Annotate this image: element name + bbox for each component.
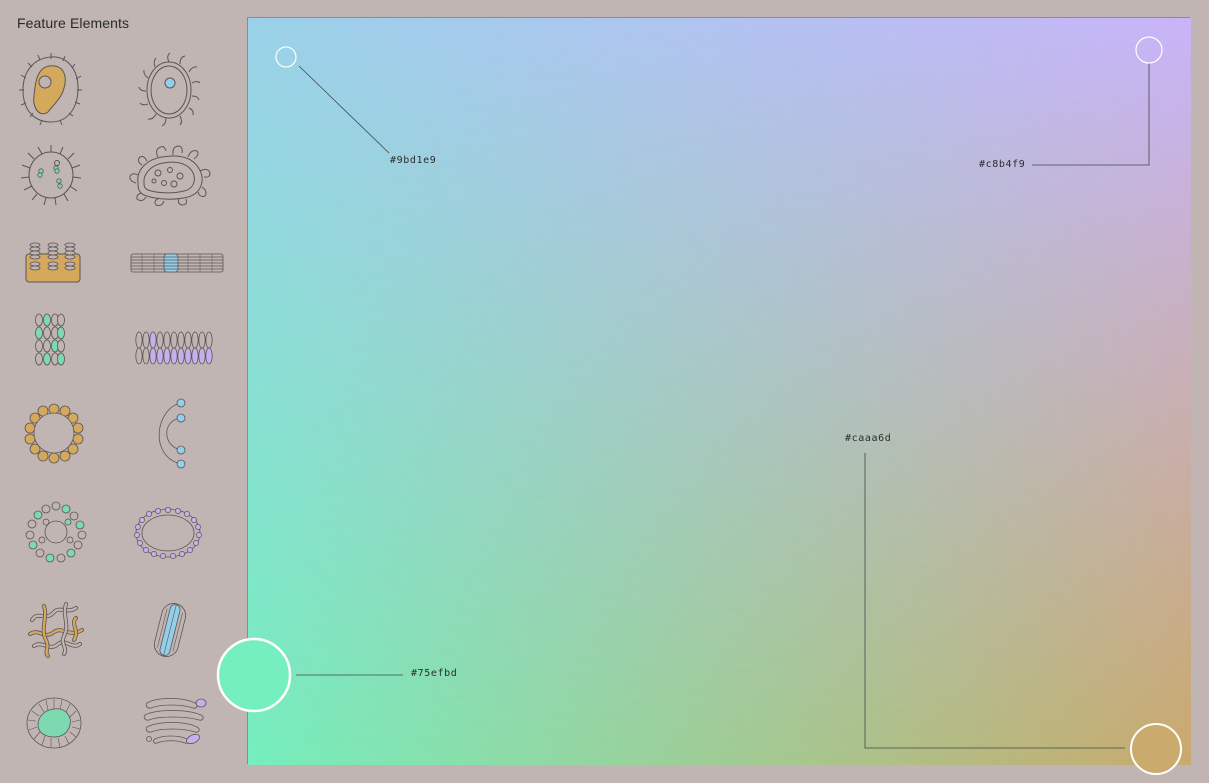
- oval-beads-icon[interactable]: [133, 506, 203, 560]
- vesicle-grid-icon[interactable]: [34, 313, 66, 367]
- membrane-block-icon[interactable]: [24, 240, 82, 286]
- hex-label-bottom-right: #caaa6d: [845, 433, 892, 444]
- gradient-canvas[interactable]: [247, 17, 1191, 765]
- tube-capsule-icon[interactable]: [148, 600, 192, 660]
- ring-beads-icon[interactable]: [24, 403, 84, 464]
- cell-amoeboid-icon[interactable]: [18, 52, 84, 128]
- lipid-row-icon[interactable]: [134, 330, 216, 366]
- cluster-ring-icon[interactable]: [24, 500, 88, 564]
- cell-ciliated-icon[interactable]: [136, 52, 202, 128]
- cell-ruffled-icon[interactable]: [128, 143, 212, 207]
- tangle-icon[interactable]: [24, 600, 88, 658]
- golgi-stack-icon[interactable]: [143, 695, 211, 749]
- color-handle-bottom-left[interactable]: [216, 637, 292, 713]
- hex-label-top-right: #c8b4f9: [979, 159, 1026, 170]
- sidebar-title: Feature Elements: [17, 15, 130, 31]
- arc-nodes-icon[interactable]: [150, 398, 190, 472]
- hex-label-bottom-left: #75efbd: [411, 668, 458, 679]
- gradient-top-layer: [248, 18, 1191, 765]
- hex-label-top-left: #9bd1e9: [390, 155, 437, 166]
- frilled-disc-icon[interactable]: [24, 695, 84, 751]
- cell-spiky-icon[interactable]: [20, 143, 82, 207]
- color-handle-bottom-right[interactable]: [1130, 723, 1182, 775]
- membrane-stack-icon[interactable]: [130, 252, 224, 274]
